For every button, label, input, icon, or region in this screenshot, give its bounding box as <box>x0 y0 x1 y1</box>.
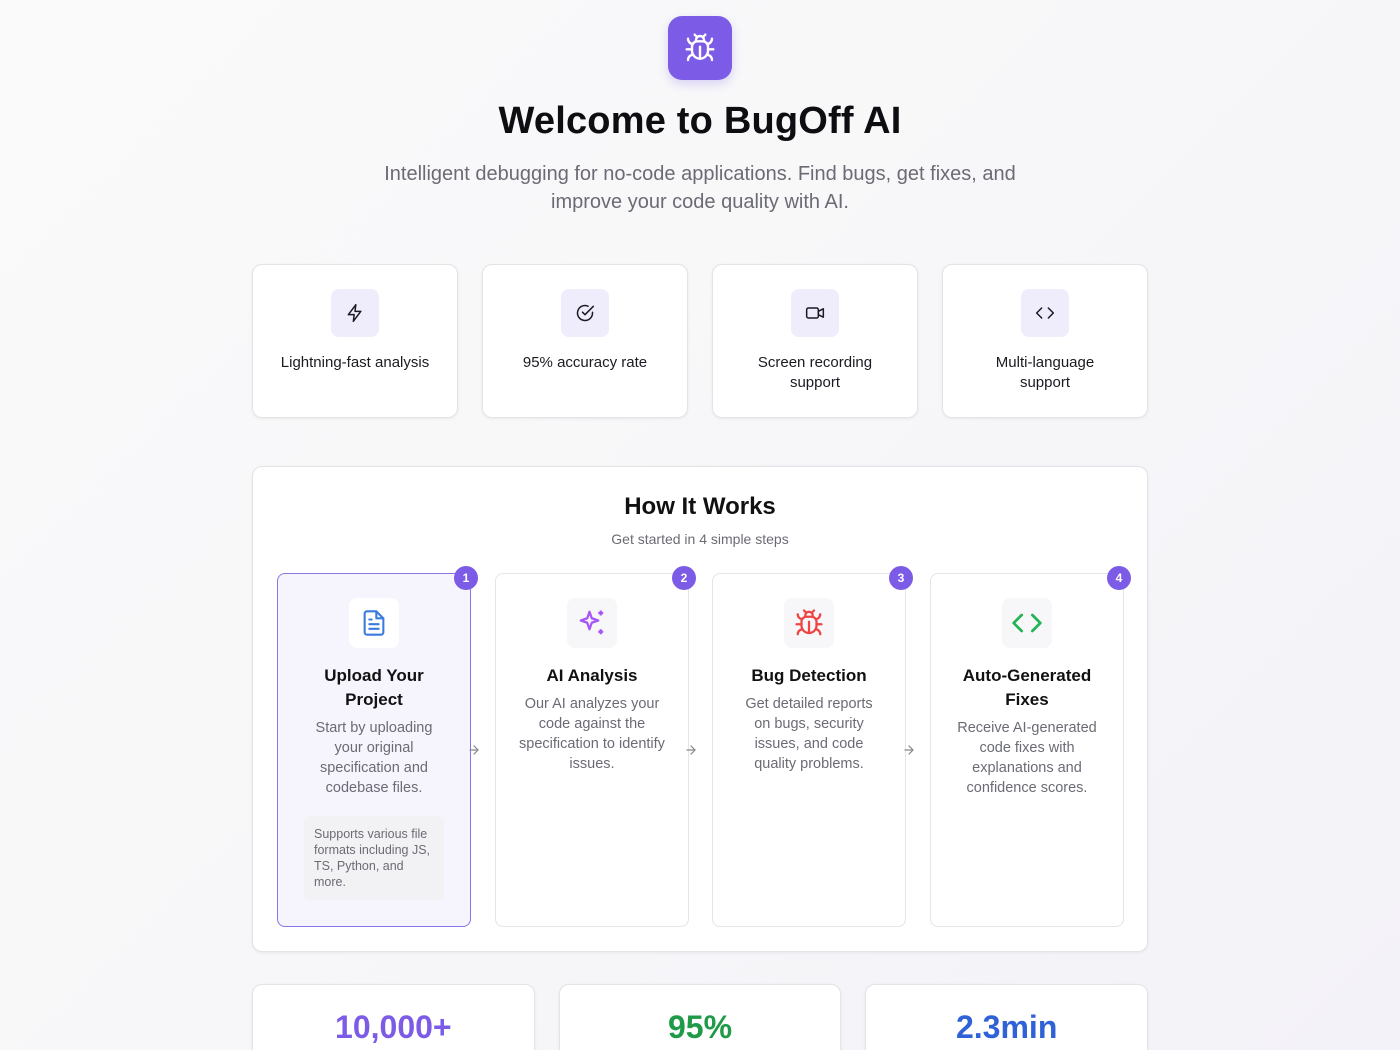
step-card-fixes[interactable]: 4 Auto-Generated Fixes Receive AI-genera… <box>930 566 1131 927</box>
bug-icon <box>685 33 715 62</box>
feature-card-recording: Screen recording support <box>712 264 918 418</box>
page-title: Welcome to BugOff AI <box>498 100 902 142</box>
page-subtitle: Intelligent debugging for no-code applic… <box>384 163 1016 213</box>
video-icon <box>791 289 839 337</box>
step-title: Auto-Generated Fixes <box>962 666 1092 709</box>
how-it-works-title: How It Works <box>624 493 776 520</box>
step-description: Our AI analyzes your code against the sp… <box>519 696 665 772</box>
feature-cards: Lightning-fast analysis 95% accuracy rat… <box>252 264 1148 418</box>
step-title: AI Analysis <box>546 666 638 685</box>
file-text-icon <box>349 598 399 648</box>
step-card-detection[interactable]: 3 Bug Detection Get detailed reports on … <box>712 566 913 927</box>
code-icon <box>1002 598 1052 648</box>
lightning-icon <box>331 289 379 337</box>
bug-icon <box>784 598 834 648</box>
step-description: Receive AI-generated code fixes with exp… <box>957 720 1097 796</box>
step-number-badge: 4 <box>1107 566 1131 590</box>
step-description: Get detailed reports on bugs, security i… <box>745 696 873 772</box>
sparkles-icon <box>567 598 617 648</box>
how-it-works-subtitle: Get started in 4 simple steps <box>611 531 789 547</box>
stat-card-bugs: 10,000+ <box>252 984 535 1050</box>
step-note: Supports various file formats including … <box>304 816 444 900</box>
step-number-badge: 1 <box>454 566 478 590</box>
feature-label: Multi-language support <box>995 354 1095 391</box>
stat-card-accuracy: 95% <box>558 984 842 1050</box>
arrow-right-icon <box>904 745 914 755</box>
check-circle-icon <box>561 289 609 337</box>
feature-card-multilang: Multi-language support <box>942 264 1148 418</box>
step-title: Bug Detection <box>751 666 867 685</box>
step-card-upload[interactable]: 1 Upload Your Project Start by uploading… <box>277 566 478 927</box>
bugoff-logo <box>668 16 732 80</box>
feature-card-accuracy: 95% accuracy rate <box>482 264 688 418</box>
step-title: Upload Your Project <box>324 666 424 709</box>
feature-card-lightning: Lightning-fast analysis <box>252 264 458 418</box>
feature-label: Lightning-fast analysis <box>280 354 430 371</box>
arrow-right-icon <box>469 745 479 755</box>
stat-card-time: 2.3min <box>865 984 1149 1050</box>
step-description: Start by uploading your original specifi… <box>315 720 433 796</box>
arrow-right-icon <box>686 745 696 755</box>
step-card-analysis[interactable]: 2 AI Analysis Our AI analyzes your code … <box>495 566 696 927</box>
feature-label: Screen recording support <box>757 354 873 391</box>
step-number-badge: 2 <box>672 566 696 590</box>
code-icon <box>1021 289 1069 337</box>
stats-row: 10,000+ 95% 2.3min <box>252 984 1149 1050</box>
step-number-badge: 3 <box>889 566 913 590</box>
feature-label: 95% accuracy rate <box>522 354 648 371</box>
how-it-works-section: How It Works Get started in 4 simple ste… <box>252 466 1148 952</box>
